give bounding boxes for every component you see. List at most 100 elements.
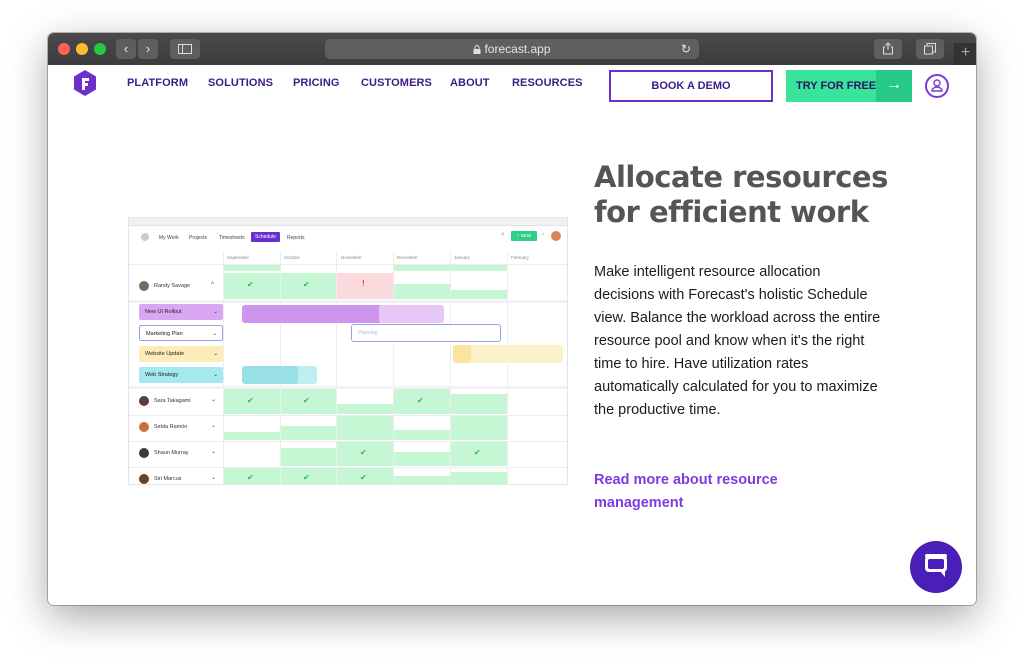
app-new-button: + NEW — [511, 231, 537, 241]
app-tab-projects: Projects — [189, 235, 208, 241]
allocation-cell — [337, 404, 393, 414]
month-label: October — [284, 255, 301, 260]
book-demo-button[interactable]: BOOK A DEMO — [609, 70, 773, 102]
month-label: December — [397, 255, 418, 260]
hero-description: Make intelligent resource allocation dec… — [594, 264, 881, 418]
nav-customers[interactable]: CUSTOMERS — [361, 77, 432, 89]
chevron-down-icon: ⌄ — [212, 331, 217, 337]
plus-icon: + — [960, 44, 971, 61]
avatar — [139, 422, 149, 432]
check-icon: ✔ — [303, 396, 310, 405]
grid-line — [129, 300, 567, 303]
forward-button[interactable]: › — [138, 39, 158, 59]
back-icon: ‹ — [123, 41, 129, 56]
avatar — [139, 448, 149, 458]
fullscreen-window-button[interactable] — [94, 43, 106, 55]
chat-button[interactable] — [910, 541, 962, 593]
url-text: forecast.app — [484, 42, 551, 56]
check-icon: ✔ — [474, 448, 481, 457]
share-icon — [883, 42, 893, 55]
allocation-cell — [337, 416, 393, 440]
month-label: February — [511, 255, 530, 260]
app-tab-schedule: Schedule — [251, 232, 280, 242]
lock-icon — [473, 45, 481, 54]
app-search-icon: ⌕ — [501, 231, 505, 238]
sidebar-button[interactable] — [170, 39, 200, 59]
nav-platform[interactable]: PLATFORM — [127, 77, 188, 89]
nav-solutions[interactable]: SOLUTIONS — [208, 77, 273, 89]
reload-icon[interactable]: ↻ — [681, 39, 691, 59]
chat-icon — [925, 554, 947, 577]
avatar — [139, 396, 149, 406]
site-nav: PLATFORM SOLUTIONS PRICING CUSTOMERS ABO… — [48, 65, 976, 109]
back-button[interactable]: ‹ — [116, 39, 136, 59]
month-label: September — [227, 255, 250, 260]
project-bar — [379, 305, 444, 323]
chevron-down-icon: ⌄ — [213, 351, 218, 357]
avatar — [139, 474, 149, 484]
account-button[interactable] — [925, 74, 949, 98]
read-more-link[interactable]: Read more about resource management — [594, 469, 834, 515]
app-tab-my-work: My Work — [159, 235, 179, 241]
allocation-cell — [394, 452, 450, 466]
close-window-button[interactable] — [58, 43, 70, 55]
user-icon — [931, 79, 943, 92]
chevron-down-icon: ⌄ — [211, 423, 217, 429]
chevron-down-icon: ⌄ — [213, 309, 218, 315]
allocation-cell — [451, 416, 507, 440]
allocation-cell — [451, 472, 507, 484]
try-for-free-button[interactable]: TRY FOR FREE → — [786, 70, 912, 102]
browser-window: ‹ › forecast.app ↻ + PLATFORM SOLUTIONS … — [48, 33, 976, 605]
browser-toolbar: ‹ › forecast.app ↻ + — [48, 33, 976, 65]
nav-about[interactable]: ABOUT — [450, 77, 490, 89]
check-icon: ✔ — [247, 280, 254, 289]
share-button[interactable] — [874, 39, 902, 59]
tabs-button[interactable] — [916, 39, 944, 59]
planning-bar: Planning — [351, 324, 501, 342]
overallocated-cell — [337, 273, 393, 299]
chevron-up-icon: ^ — [211, 282, 214, 288]
check-icon: ✔ — [417, 396, 424, 405]
check-icon: ✔ — [303, 473, 310, 482]
address-bar[interactable]: forecast.app ↻ — [325, 39, 699, 59]
grid-line — [507, 252, 508, 484]
allocation-cell — [451, 265, 507, 271]
project-name: New UI Rollout — [145, 309, 182, 315]
project-label: Website Update ⌄ — [139, 346, 223, 362]
minimize-window-button[interactable] — [76, 43, 88, 55]
new-tab-button[interactable]: + — [954, 43, 976, 65]
tabs-icon — [924, 43, 936, 55]
allocation-cell — [394, 476, 450, 484]
allocation-cell — [224, 432, 280, 440]
allocation-cell — [281, 448, 336, 466]
chevron-down-icon: ⌄ — [211, 397, 217, 403]
app-titlebar — [129, 218, 567, 226]
allocation-cell — [394, 284, 450, 299]
project-bar — [242, 305, 382, 323]
check-icon: ✔ — [247, 396, 254, 405]
forecast-logo[interactable] — [74, 70, 96, 96]
project-bar — [242, 366, 298, 384]
app-bell-icon: ◔ — [541, 232, 545, 238]
grid-line — [129, 386, 567, 389]
app-tab-reports: Reports — [287, 235, 305, 241]
allocation-cell — [394, 265, 450, 271]
month-label: November — [341, 255, 362, 260]
project-name: Marketing Plan — [146, 331, 183, 337]
project-label: Marketing Plan ⌄ — [139, 325, 223, 341]
schedule-screenshot: My Work Projects Timesheets Schedule Rep… — [128, 217, 568, 485]
try-for-free-label: TRY FOR FREE — [796, 80, 877, 92]
allocation-cell — [451, 290, 507, 299]
person-name: Shaun Murray — [154, 450, 189, 456]
check-icon: ✔ — [360, 473, 367, 482]
nav-pricing[interactable]: PRICING — [293, 77, 340, 89]
nav-resources[interactable]: RESOURCES — [512, 77, 583, 89]
check-icon: ✔ — [360, 448, 367, 457]
project-name: Web Strategy — [145, 372, 179, 378]
allocation-cell — [451, 394, 507, 414]
allocation-cell — [281, 426, 336, 440]
month-label: January — [454, 255, 471, 260]
check-icon: ✔ — [247, 473, 254, 482]
app-tab-timesheets: Timesheets — [219, 235, 245, 241]
person-name: Sara Takagami — [154, 398, 191, 404]
